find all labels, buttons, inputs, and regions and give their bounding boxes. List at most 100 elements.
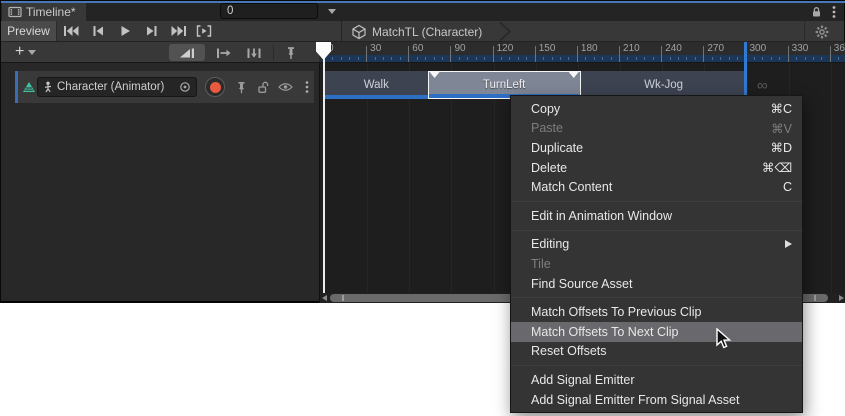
- menu-item-shortcut: C: [771, 180, 792, 194]
- mix-mode-icon[interactable]: [210, 44, 236, 61]
- menu-item-edit-in-animation-window[interactable]: Edit in Animation Window: [511, 206, 802, 226]
- menu-item-label: Match Offsets To Next Clip: [531, 325, 679, 339]
- menu-item-label: Duplicate: [531, 141, 583, 155]
- ease-in-handle[interactable]: [430, 72, 440, 78]
- playhead-line: [323, 57, 325, 293]
- ease-out-handle[interactable]: [569, 72, 579, 78]
- next-frame-button[interactable]: [138, 21, 165, 41]
- ruler-minor-tick: [332, 57, 333, 60]
- skip-to-start-button[interactable]: [57, 21, 84, 41]
- scroll-left-arrow-icon[interactable]: [322, 295, 327, 301]
- clip-recorded-stripe: [325, 95, 428, 99]
- menu-item-label: Paste: [531, 121, 563, 135]
- menu-item-editing[interactable]: Editing: [511, 235, 802, 255]
- menu-separator: [511, 230, 802, 231]
- menu-item-add-signal-emitter[interactable]: Add Signal Emitter: [511, 370, 802, 390]
- track-name: Character (Animator): [57, 81, 175, 93]
- ruler-label: 360: [834, 43, 845, 54]
- ruler-label: 240: [665, 43, 682, 54]
- tab-title: Timeline*: [26, 5, 76, 19]
- ruler-minor-tick: [805, 57, 806, 60]
- frame-options-dropdown-icon[interactable]: [328, 9, 336, 14]
- track-kebab-menu-icon[interactable]: [299, 80, 315, 94]
- frame-counter-input[interactable]: 0: [220, 3, 318, 19]
- ruler-minor-tick: [425, 57, 426, 60]
- menu-item-match-offsets-to-previous-clip[interactable]: Match Offsets To Previous Clip: [511, 302, 802, 322]
- target-picker-icon[interactable]: [179, 81, 191, 93]
- ruler-minor-tick: [720, 57, 721, 60]
- menu-item-label: Delete: [531, 161, 567, 175]
- ruler-minor-tick: [476, 57, 477, 60]
- ruler-minor-tick: [779, 57, 780, 60]
- ruler-minor-tick: [737, 57, 738, 60]
- kebab-menu-icon[interactable]: [832, 5, 836, 19]
- menu-item-delete[interactable]: Delete ⌘⌫: [511, 158, 802, 178]
- lock-open-icon[interactable]: [255, 80, 271, 94]
- track-binding-field[interactable]: Character (Animator): [37, 77, 197, 97]
- ruler-minor-tick: [526, 57, 527, 60]
- scrollbar-zoom-handle-right[interactable]: [814, 295, 816, 301]
- ruler-tick: [619, 46, 620, 62]
- infinity-marker: ∞: [757, 77, 768, 94]
- ruler-minor-tick: [509, 57, 510, 60]
- clip-label: TurnLeft: [483, 79, 525, 91]
- lock-icon[interactable]: [811, 6, 822, 18]
- menu-item-reset-offsets[interactable]: Reset Offsets: [511, 342, 802, 362]
- track-header-character[interactable]: Character (Animator): [15, 71, 314, 103]
- ripple-mode-icon[interactable]: [240, 44, 268, 61]
- ruler-minor-tick: [501, 57, 502, 60]
- ruler-minor-tick: [459, 57, 460, 60]
- ruler-minor-tick: [695, 57, 696, 60]
- ruler-minor-tick: [729, 57, 730, 60]
- play-range-button[interactable]: [192, 21, 216, 41]
- menu-item-add-signal-emitter-from-signal-asset[interactable]: Add Signal Emitter From Signal Asset: [511, 390, 802, 410]
- menu-item-copy[interactable]: Copy⌘C: [511, 99, 802, 119]
- time-ruler[interactable]: 0306090120150180210240270300330360: [319, 42, 845, 63]
- eye-icon[interactable]: [277, 80, 293, 94]
- animator-avatar-icon: [43, 81, 53, 93]
- ruler-minor-tick: [627, 57, 628, 60]
- previous-frame-button[interactable]: [84, 21, 111, 41]
- clip-walk[interactable]: Walk: [325, 71, 428, 99]
- ruler-tick: [703, 46, 704, 62]
- ruler-minor-tick: [644, 57, 645, 60]
- add-track-button[interactable]: +: [15, 42, 36, 62]
- ruler-label: 270: [707, 43, 724, 54]
- scrollbar-zoom-handle-left[interactable]: [342, 295, 344, 301]
- ruler-minor-tick: [383, 57, 384, 60]
- ruler-tick: [661, 46, 662, 62]
- ruler-minor-tick: [585, 57, 586, 60]
- pin-icon[interactable]: [233, 80, 249, 94]
- menu-item-shortcut: ⌘V: [759, 121, 792, 136]
- menu-item-label: Match Offsets To Previous Clip: [531, 305, 701, 319]
- replace-pin-icon[interactable]: [279, 44, 303, 61]
- submenu-arrow-icon: [785, 240, 792, 248]
- play-button[interactable]: [111, 21, 138, 41]
- menu-item-paste: Paste ⌘V: [511, 119, 802, 139]
- skip-to-end-button[interactable]: [165, 21, 192, 41]
- menu-item-label: Find Source Asset: [531, 277, 632, 291]
- menu-item-duplicate[interactable]: Duplicate⌘D: [511, 138, 802, 158]
- ruler-minor-tick: [594, 57, 595, 60]
- breadcrumb-chevron-icon: [498, 22, 516, 41]
- menu-item-match-offsets-to-next-clip[interactable]: Match Offsets To Next Clip: [511, 322, 802, 342]
- ruler-label: 60: [412, 43, 423, 54]
- menu-item-shortcut: ⌘⌫: [750, 160, 792, 175]
- menu-item-label: Edit in Animation Window: [531, 209, 672, 223]
- timeline-film-icon: [8, 6, 22, 18]
- menu-item-match-content[interactable]: Match Content C: [511, 177, 802, 197]
- breadcrumb[interactable]: MatchTL (Character): [351, 21, 482, 42]
- tab-timeline[interactable]: Timeline*: [2, 3, 86, 21]
- timeline-settings-button[interactable]: [804, 21, 838, 42]
- ruler-minor-tick: [467, 57, 468, 60]
- ruler-minor-tick: [417, 57, 418, 60]
- preview-toggle-button[interactable]: Preview: [1, 21, 57, 41]
- scroll-right-arrow-icon[interactable]: [839, 295, 844, 301]
- ruler-tick: [535, 46, 536, 62]
- menu-item-find-source-asset[interactable]: Find Source Asset: [511, 274, 802, 294]
- breadcrumb-title: MatchTL (Character): [372, 25, 482, 39]
- menu-item-label: Match Content: [531, 180, 612, 194]
- record-button[interactable]: [205, 77, 225, 97]
- ruler-minor-tick: [434, 57, 435, 60]
- curves-ramp-icon[interactable]: [169, 44, 205, 61]
